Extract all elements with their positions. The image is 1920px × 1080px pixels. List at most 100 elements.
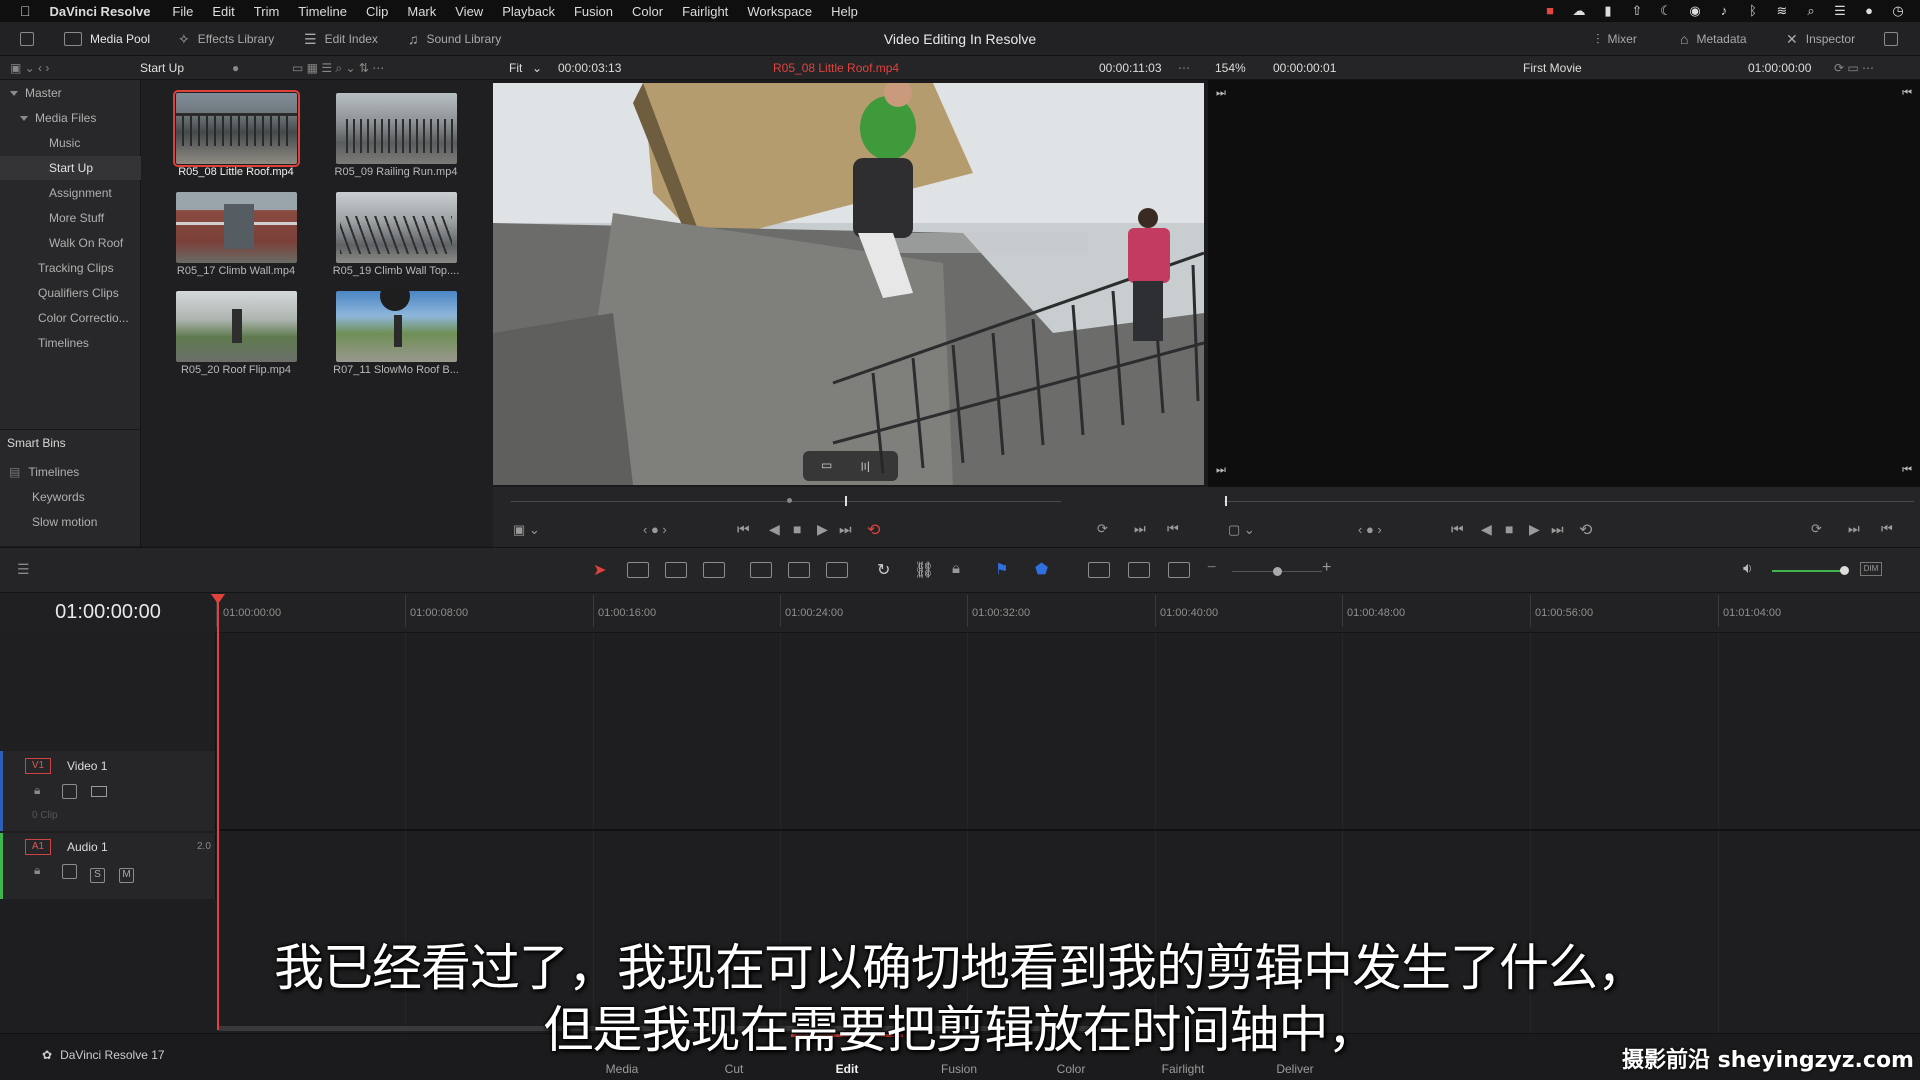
metadata-button[interactable]: ⌂ Metadata xyxy=(1680,22,1747,56)
position-lock-icon[interactable]: 🔒︎ xyxy=(952,560,960,577)
timeline-go-to-start-icon[interactable]: ⏮ xyxy=(1451,521,1464,538)
bin-tracking-clips[interactable]: Tracking Clips xyxy=(38,256,114,280)
menu-timeline[interactable]: Timeline xyxy=(298,4,347,19)
video-track-name[interactable]: Video 1 xyxy=(67,759,107,773)
timeline-view-options-icon[interactable]: ☰ xyxy=(17,561,30,578)
bin-more-stuff[interactable]: More Stuff xyxy=(49,206,104,230)
bin-assignment[interactable]: Assignment xyxy=(49,181,112,205)
sound-library-button[interactable]: ♫ Sound Library xyxy=(408,22,501,56)
chevron-down-icon[interactable]: ⌄ xyxy=(532,56,542,80)
bluetooth-icon[interactable]: ᛒ xyxy=(1745,3,1761,19)
timeline-go-to-end-icon[interactable]: ⏭ xyxy=(1551,521,1564,538)
video-only-icon[interactable]: ▭ xyxy=(821,458,832,472)
track-visibility-icon[interactable] xyxy=(91,786,107,797)
bin-media-files[interactable]: Media Files xyxy=(20,106,96,130)
page-media[interactable]: Media xyxy=(567,1062,677,1076)
lock-icon[interactable]: 🔒︎ xyxy=(34,863,40,878)
menu-view[interactable]: View xyxy=(455,4,483,19)
page-edit[interactable]: Edit xyxy=(792,1062,902,1076)
media-pool-button[interactable]: Media Pool xyxy=(64,22,150,56)
bin-color-correction[interactable]: Color Correctio... xyxy=(38,306,129,330)
page-fusion[interactable]: Fusion xyxy=(904,1062,1014,1076)
menu-playback[interactable]: Playback xyxy=(502,4,555,19)
menu-help[interactable]: Help xyxy=(831,4,858,19)
blade-tool-icon[interactable] xyxy=(703,562,725,578)
page-fairlight[interactable]: Fairlight xyxy=(1128,1062,1238,1076)
timeline-stop-icon[interactable]: ■ xyxy=(1505,521,1513,537)
more-options-icon[interactable]: ⋯ xyxy=(1178,56,1190,80)
source-viewer[interactable]: ▭ 〣 xyxy=(493,83,1204,485)
video-track-lane[interactable] xyxy=(216,751,1920,831)
menu-trim[interactable]: Trim xyxy=(254,4,280,19)
fit-dropdown[interactable]: Fit xyxy=(509,56,522,80)
timeline-mark-out-icon[interactable]: ⏮ xyxy=(1881,521,1893,537)
mixer-button[interactable]: ⫶ Mixer xyxy=(1596,22,1637,56)
menu-color[interactable]: Color xyxy=(632,4,663,19)
smart-bin-slow-motion[interactable]: Slow motion xyxy=(32,510,97,534)
auto-select-icon[interactable] xyxy=(62,784,77,804)
volume-slider[interactable] xyxy=(1772,570,1844,572)
wifi-icon[interactable]: ≋ xyxy=(1774,3,1790,19)
match-frame-icon[interactable]: ⟳ xyxy=(1097,521,1108,537)
page-cut[interactable]: Cut xyxy=(679,1062,789,1076)
dynamic-trim-icon[interactable] xyxy=(665,562,687,578)
insert-clip-icon[interactable] xyxy=(750,562,772,578)
marker-icon[interactable]: ⬟ xyxy=(1035,560,1048,578)
thumbnail-size-slider[interactable]: ● xyxy=(232,56,239,80)
snapping-icon[interactable]: ↻ xyxy=(877,560,890,580)
clip-thumbnail[interactable] xyxy=(176,291,297,362)
apple-icon[interactable]:  xyxy=(20,3,31,19)
view-mode-icons[interactable]: ▭ ▦ ☰ ⌕ ⌄ ⇅ ⋯ xyxy=(292,56,384,80)
audio-track-id[interactable]: A1 xyxy=(25,839,51,855)
search-icon[interactable]: ⌕ xyxy=(1803,3,1819,19)
smart-bin-keywords[interactable]: Keywords xyxy=(32,485,85,509)
timeline-viewer-mode-icon[interactable]: ▢ ⌄ xyxy=(1228,522,1255,538)
zoom-slider-thumb[interactable] xyxy=(1273,567,1282,576)
go-to-start-icon[interactable]: ⏮ xyxy=(737,521,750,538)
timeline-ruler[interactable]: 01:00:00:00 01:00:08:00 01:00:16:00 01:0… xyxy=(216,593,1920,633)
overwrite-clip-icon[interactable] xyxy=(788,562,810,578)
viewer-mode-icon[interactable]: ▣ ⌄ xyxy=(513,522,540,538)
zoom-detail-icon[interactable] xyxy=(1128,562,1150,578)
effects-library-button[interactable]: ✧ Effects Library xyxy=(178,22,274,56)
lock-icon[interactable]: 🔒︎ xyxy=(34,783,40,798)
play-circle-icon[interactable]: ◉ xyxy=(1687,3,1703,19)
timeline-play-icon[interactable]: ▶ xyxy=(1529,521,1540,538)
timeline-viewer[interactable]: ⏭ ⏮ ⏭ ⏮ xyxy=(1208,80,1920,487)
control-center-icon[interactable]: ☰ xyxy=(1832,3,1848,19)
timeline-play-reverse-icon[interactable]: ◀ xyxy=(1481,521,1492,538)
mark-out-icon[interactable]: ⏮ xyxy=(1167,521,1179,537)
selection-tool-icon[interactable]: ➤ xyxy=(593,560,606,580)
mark-in-icon[interactable]: ⏭ xyxy=(1134,521,1146,537)
volume-slider-thumb[interactable] xyxy=(1840,566,1849,575)
zoom-out-icon[interactable]: − xyxy=(1207,559,1216,577)
flag-icon[interactable]: ⚑ xyxy=(995,560,1008,578)
clock-icon[interactable]: ◷ xyxy=(1890,3,1906,19)
bin-qualifiers-clips[interactable]: Qualifiers Clips xyxy=(38,281,119,305)
timeline-name-dropdown[interactable]: First Movie xyxy=(1523,56,1582,80)
panel-toggle-icon[interactable] xyxy=(20,22,34,56)
in-point-marker[interactable] xyxy=(787,498,792,503)
trim-tool-icon[interactable] xyxy=(627,562,649,578)
zoom-dropdown[interactable]: 154% xyxy=(1215,56,1246,80)
inspector-button[interactable]: ✕ Inspector xyxy=(1786,22,1855,56)
mute-button[interactable]: M xyxy=(119,864,134,883)
clip-thumbnail[interactable] xyxy=(336,192,457,263)
zoom-custom-icon[interactable] xyxy=(1168,562,1190,578)
bin-walk-on-roof[interactable]: Walk On Roof xyxy=(49,231,123,255)
expand-icon[interactable] xyxy=(1884,22,1898,56)
dim-button[interactable]: DIM xyxy=(1860,562,1882,576)
timeline-scrubber[interactable] xyxy=(1224,501,1914,502)
page-deliver[interactable]: Deliver xyxy=(1240,1062,1350,1076)
loop-icon[interactable]: ⟲ xyxy=(867,520,880,540)
page-color[interactable]: Color xyxy=(1016,1062,1126,1076)
speaker-icon[interactable]: 🔉︎ xyxy=(1743,560,1752,577)
clip-thumbnail[interactable] xyxy=(176,192,297,263)
menu-file[interactable]: File xyxy=(172,4,193,19)
bin-master[interactable]: Master xyxy=(10,81,62,105)
stop-icon[interactable]: ■ xyxy=(793,521,801,537)
record-icon[interactable]: ■ xyxy=(1542,3,1558,19)
clip-thumbnail[interactable] xyxy=(173,90,300,167)
linked-selection-icon[interactable]: ⛓ xyxy=(914,560,934,580)
clip-thumbnail[interactable] xyxy=(336,93,457,164)
